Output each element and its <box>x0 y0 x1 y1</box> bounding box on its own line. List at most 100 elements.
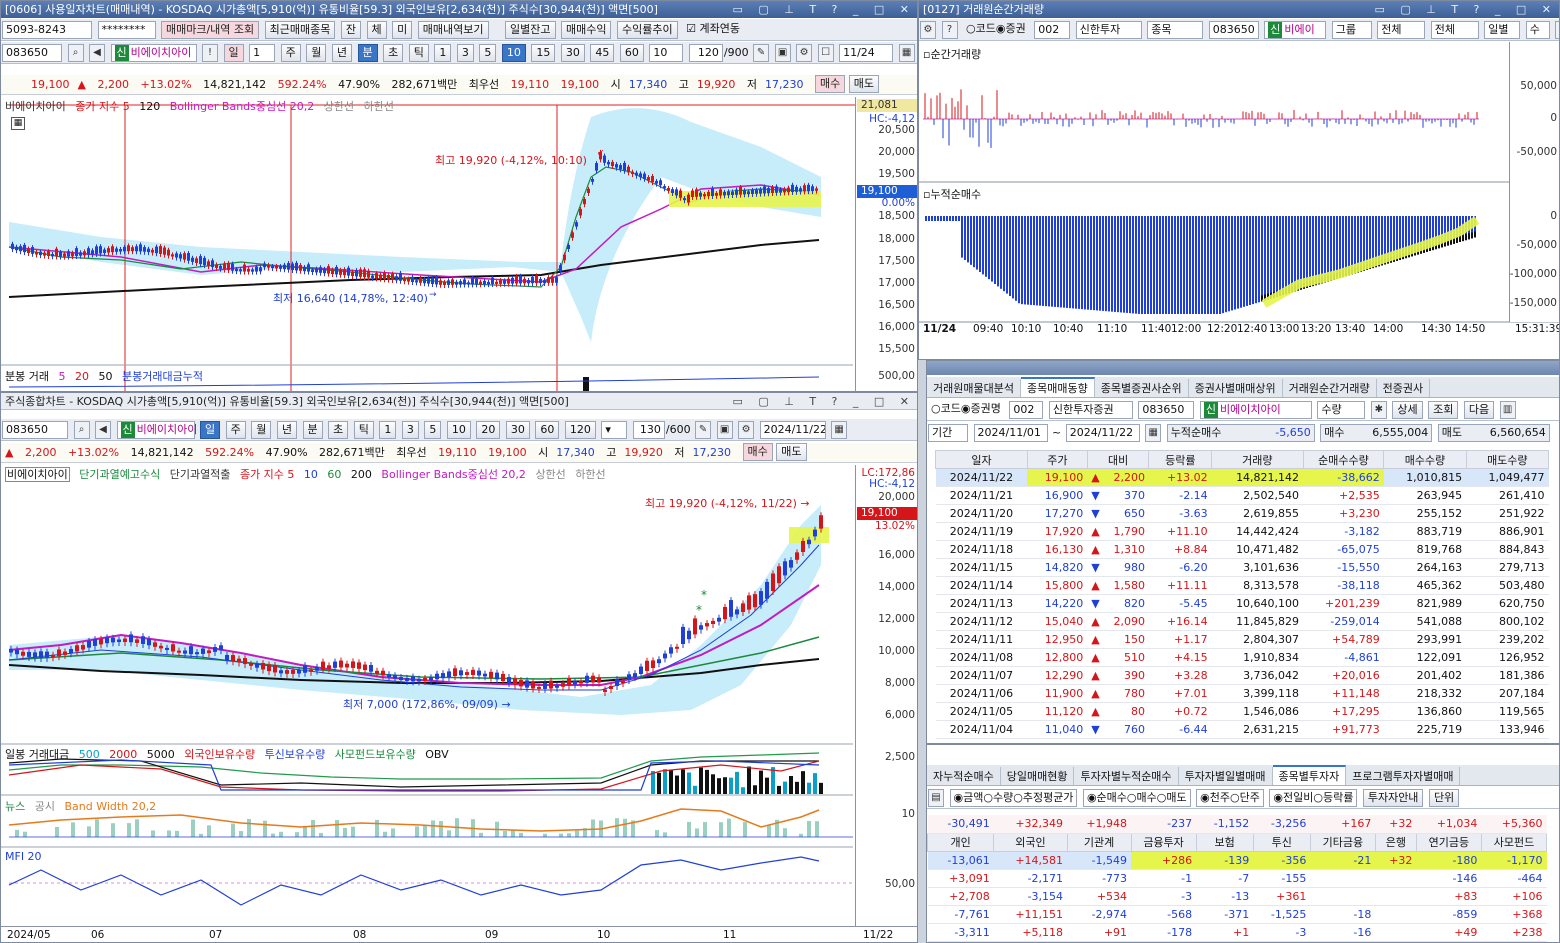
col-header[interactable]: 대비 <box>1086 450 1150 469</box>
col-header[interactable]: 금융투자 <box>1130 832 1197 852</box>
table-row[interactable]: 2024/11/04 11,040 ▼ 760 -6.44 2,631,215 +91,77… <box>935 720 1549 739</box>
stock-code-input[interactable]: 083650 <box>2 421 68 439</box>
scale-radio-group[interactable]: ◉천주○단주 <box>1196 789 1264 807</box>
save-icon[interactable]: ▣ <box>716 421 733 439</box>
table-row[interactable]: +3,091 -2,171 -773 -1 -7 -155 -146 -464 <box>927 869 1547 888</box>
unfilled-button[interactable]: 미 <box>392 21 413 39</box>
date-input[interactable]: 11/24 <box>839 44 894 62</box>
interval-1-button[interactable]: 1 <box>434 44 452 62</box>
interval-60-button[interactable]: 60 <box>535 421 560 439</box>
window-controls[interactable]: ▭ ▢ ⊥ T ? _ □ ✕ <box>1374 1 1557 18</box>
window-controls[interactable]: ▭ ▢ ⊥ T ? _ □ ✕ <box>732 1 915 18</box>
table-row[interactable]: 2024/11/05 11,120 ▲ 80 +0.72 1,546,086 +17,295… <box>935 702 1549 721</box>
col-header[interactable]: 거래량 <box>1211 450 1304 469</box>
tab-cum-net[interactable]: 자누적순매수 <box>927 767 1001 785</box>
alert-icon[interactable]: ! <box>202 44 218 62</box>
trade-profit-button[interactable]: 매매수익 <box>561 21 612 39</box>
stock-name-field[interactable]: 신 비에이치아이 <box>110 44 197 62</box>
interval-15-button[interactable]: 15 <box>531 44 556 62</box>
broker-num-select[interactable]: 002 <box>1034 21 1071 39</box>
table-row[interactable]: 2024/11/21 16,900 ▼ 370 -2.14 2,502,540 +2,535… <box>935 486 1549 505</box>
table-row[interactable]: 2024/11/20 17,270 ▼ 650 -3.63 2,619,855 +3,230… <box>935 504 1549 523</box>
gear-icon[interactable]: ⚙ <box>738 421 755 439</box>
print-icon[interactable]: ▤ <box>928 789 944 807</box>
interval-10-button[interactable]: 10 <box>446 421 471 439</box>
interval-20-button[interactable]: 20 <box>476 421 501 439</box>
table-row[interactable]: 2024/11/11 12,950 ▲ 150 +1.17 2,804,307 +54,78… <box>935 630 1549 649</box>
refresh-icon[interactable]: ↻ <box>1555 21 1559 39</box>
col-header[interactable]: 기타금융 <box>1309 832 1376 852</box>
table-row[interactable]: +2,708 -3,154 +534 -3 -13 +361 +83 +106 <box>927 887 1547 906</box>
side-radio-group[interactable]: ◉순매수○매수○매도 <box>1082 789 1191 807</box>
daily-price-axis[interactable]: LC:172,86 HC:-4,12 20,000 19,100 13.02% … <box>855 465 917 926</box>
buy-button[interactable]: 매수 <box>742 443 773 461</box>
save-icon[interactable]: ▣ <box>774 44 791 62</box>
broker-axis[interactable]: 50,000 0 -50,000 0 -50,000 -100,000 -150… <box>1509 42 1559 322</box>
interval-1-button[interactable]: 1 <box>379 421 397 439</box>
tab-stock-trend[interactable]: 종목매매동향 <box>1020 377 1095 397</box>
col-header[interactable]: 개인 <box>927 832 995 852</box>
draw-tool-icon[interactable]: ✎ <box>753 44 770 62</box>
date-input[interactable]: 2024/11/22 <box>759 421 826 439</box>
calendar-icon[interactable]: ▦ <box>1145 424 1162 442</box>
table-row[interactable]: 2024/11/15 14,820 ▼ 980 -6.20 3,101,636 -15,55… <box>935 558 1549 577</box>
tab-broker-top[interactable]: 증권사별매매상위 <box>1188 379 1283 397</box>
interval-30-button[interactable]: 30 <box>505 421 530 439</box>
daily-balance-button[interactable]: 일별잔고 <box>505 21 556 39</box>
interval-5-button[interactable]: 5 <box>479 44 497 62</box>
window-titlebar[interactable]: [0127] 거래원순간거래량 ▭ ▢ ⊥ T ? _ □ ✕ <box>919 1 1559 18</box>
period-minute-button[interactable]: 분 <box>302 421 323 439</box>
interval-3-button[interactable]: 3 <box>401 421 419 439</box>
table-row[interactable]: -7,761 +11,151 -2,974 -568 -371 -1,525 -18 -859… <box>927 905 1547 924</box>
col-header[interactable]: 기관계 <box>1066 832 1132 852</box>
qty-select[interactable]: 수량 <box>1317 401 1366 419</box>
period-tick-button[interactable]: 틱 <box>408 44 429 62</box>
code-radio[interactable]: ○코드◉증권명 <box>928 401 1004 419</box>
compare-radio-group[interactable]: ◉전일비○등락률 <box>1269 789 1358 807</box>
code-input[interactable]: 083650 <box>1208 21 1259 39</box>
tab-broker-ranking[interactable]: 종목별증권사순위 <box>1094 379 1189 397</box>
filter-select-1[interactable]: 전체 <box>1377 21 1426 39</box>
col-header[interactable]: 주가 <box>1026 450 1088 469</box>
tab-broker-volume-analysis[interactable]: 거래원매물대분석 <box>927 379 1021 397</box>
table-row[interactable]: 2024/11/12 15,040 ▲ 2,090 +16.14 11,845,829 -2… <box>935 612 1549 631</box>
grid-toggle-icon[interactable]: ▦ <box>11 117 25 130</box>
query-button[interactable]: 조회 <box>1428 401 1459 419</box>
interval-10-button[interactable]: 10 <box>501 44 526 62</box>
daily-price-chart[interactable]: * * 비에이치아이 단기과열예고수식 단기과열적출 종가 지수 5 10 60… <box>1 465 917 942</box>
interval-select[interactable]: ▾ <box>601 421 628 439</box>
window-titlebar[interactable] <box>927 361 1559 375</box>
investor-guide-button[interactable]: 투자자안내 <box>1362 789 1424 807</box>
speaker-icon[interactable]: ◀ <box>95 421 111 439</box>
filled-button[interactable]: 체 <box>366 21 387 39</box>
col-header[interactable]: 외국인 <box>993 832 1068 852</box>
chart-icon[interactable]: ▥ <box>1499 401 1516 419</box>
period-month-button[interactable]: 월 <box>251 421 272 439</box>
group-select[interactable]: 그룹 <box>1331 21 1372 39</box>
period-day-button[interactable]: 일 <box>223 44 244 62</box>
tab-all-brokers[interactable]: 전증권사 <box>1376 379 1431 397</box>
interval-60-button[interactable]: 60 <box>619 44 644 62</box>
period-month-button[interactable]: 월 <box>306 44 327 62</box>
stock-code-input[interactable]: 083650 <box>2 44 62 62</box>
unit-button[interactable]: 단위 <box>1428 789 1460 807</box>
buy-button[interactable]: 매수 <box>815 75 846 93</box>
settings-icon[interactable]: ✱ <box>1370 401 1387 419</box>
daily-select[interactable]: 일별 <box>1484 21 1521 39</box>
price-axis[interactable]: 21,081 HC:-4,12 20,500 20,000 19,500 19,… <box>855 97 917 391</box>
window-titlebar[interactable]: 주식종합차트 - KOSDAQ 시가총액[5,910(억)] 유통비율[59.3… <box>1 393 917 410</box>
table-row[interactable]: 2024/11/22 19,100 ▲ 2,200 +13.02 14,821,142 -3… <box>935 468 1549 487</box>
interval-45-button[interactable]: 45 <box>590 44 615 62</box>
interval-select[interactable]: 10 <box>649 44 684 62</box>
window-controls[interactable]: ▭ ▢ ⊥ T ? _ □ ✕ <box>732 393 915 409</box>
sell-button[interactable]: 매도 <box>848 75 880 93</box>
tab-broker-instant[interactable]: 거래원순간거래량 <box>1282 379 1377 397</box>
tab-stock-investor[interactable]: 종목별투자자 <box>1272 765 1347 785</box>
broker-num-select[interactable]: 002 <box>1009 401 1044 419</box>
table-row[interactable]: 2024/11/13 14,220 ▼ 820 -5.45 10,640,100 +201,… <box>935 594 1549 613</box>
period-tick-button[interactable]: 틱 <box>353 421 374 439</box>
tab-investor-daily[interactable]: 투자자별일별매매 <box>1178 767 1273 785</box>
period-week-button[interactable]: 주 <box>225 421 246 439</box>
bar-count-input[interactable]: 120 <box>688 44 723 62</box>
broker-volume-chart[interactable]: ▫순간거래량 ▫누적순매수 50,000 0 -50,000 0 -50,000… <box>919 42 1559 359</box>
